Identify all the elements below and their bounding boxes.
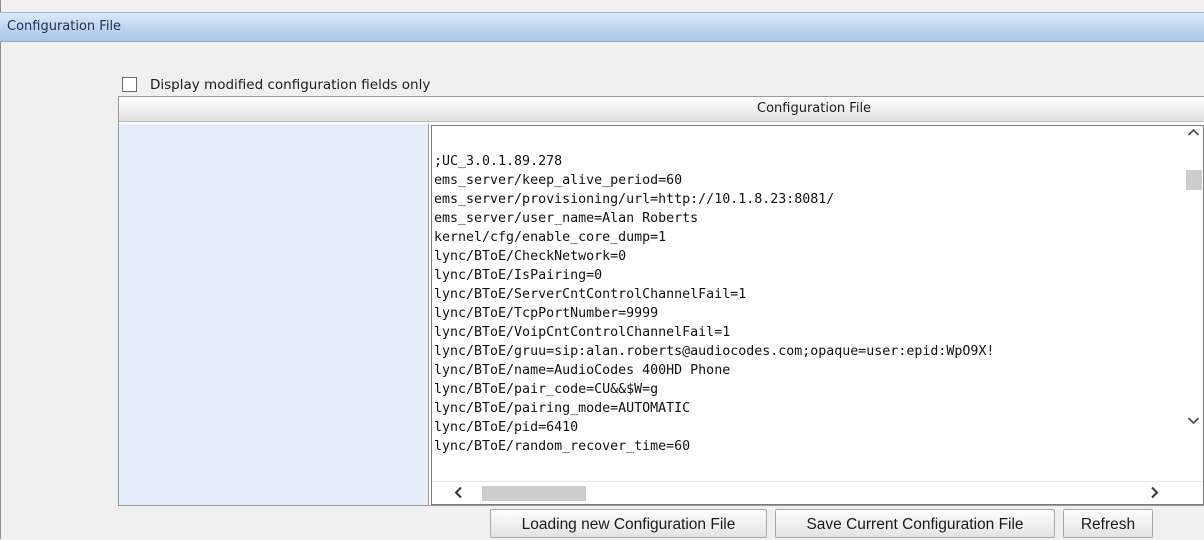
left-panel [119,124,429,505]
modified-only-label[interactable]: Display modified configuration fields on… [150,77,430,93]
config-line: lync/BToE/pid=6410 [434,420,579,435]
config-line: lync/BToE/ServerCntControlChannelFail=1 [434,287,747,302]
chevron-down-icon[interactable] [1187,414,1200,431]
load-config-button[interactable]: Loading new Configuration File [490,509,767,538]
config-line: lync/BToE/random_recover_time=60 [434,439,691,454]
refresh-button[interactable]: Refresh [1063,509,1153,538]
config-line: ems_server/provisioning/url=http://10.1.… [434,192,835,207]
table-header: Configuration File [119,97,1204,122]
config-textarea[interactable]: ;UC_3.0.1.89.278 ems_server/keep_alive_pe… [431,125,1204,505]
horizontal-scrollbar[interactable] [432,481,1203,504]
config-line: lync/BToE/IsPairing=0 [434,268,603,283]
config-table: Configuration File ;UC_3.0.1.89.278 ems_s… [118,96,1204,506]
config-line: lync/BToE/TcpPortNumber=9999 [434,306,659,321]
config-text-lines: ;UC_3.0.1.89.278 ems_server/keep_alive_pe… [434,152,1182,456]
config-line: ems_server/user_name=Alan Roberts [434,211,699,226]
title-bar: Configuration File [0,12,1204,42]
save-config-button[interactable]: Save Current Configuration File [775,509,1055,538]
config-line: lync/BToE/gruu=sip:alan.roberts@audiocod… [434,344,995,359]
config-line: lync/BToE/name=AudioCodes 400HD Phone [434,363,731,378]
horizontal-scroll-thumb[interactable] [482,486,586,501]
config-line: lync/BToE/pair_code=CU&&$W=g [434,382,659,397]
config-line: ;UC_3.0.1.89.278 [434,154,563,169]
config-line: lync/BToE/pairing_mode=AUTOMATIC [434,401,691,416]
config-line: lync/BToE/CheckNetwork=0 [434,249,627,264]
table-header-label: Configuration File [757,101,872,116]
chevron-right-icon[interactable] [1148,486,1161,503]
page-title: Configuration File [7,19,122,34]
config-line: kernel/cfg/enable_core_dump=1 [434,230,667,245]
vertical-scrollbar[interactable] [1183,126,1203,482]
vertical-scroll-thumb[interactable] [1186,170,1202,190]
config-line: ems_server/keep_alive_period=60 [434,173,683,188]
modified-only-checkbox[interactable] [122,77,137,92]
chevron-up-icon[interactable] [1187,126,1200,143]
config-line: lync/BToE/VoipCntControlChannelFail=1 [434,325,731,340]
chevron-left-icon[interactable] [452,486,465,503]
